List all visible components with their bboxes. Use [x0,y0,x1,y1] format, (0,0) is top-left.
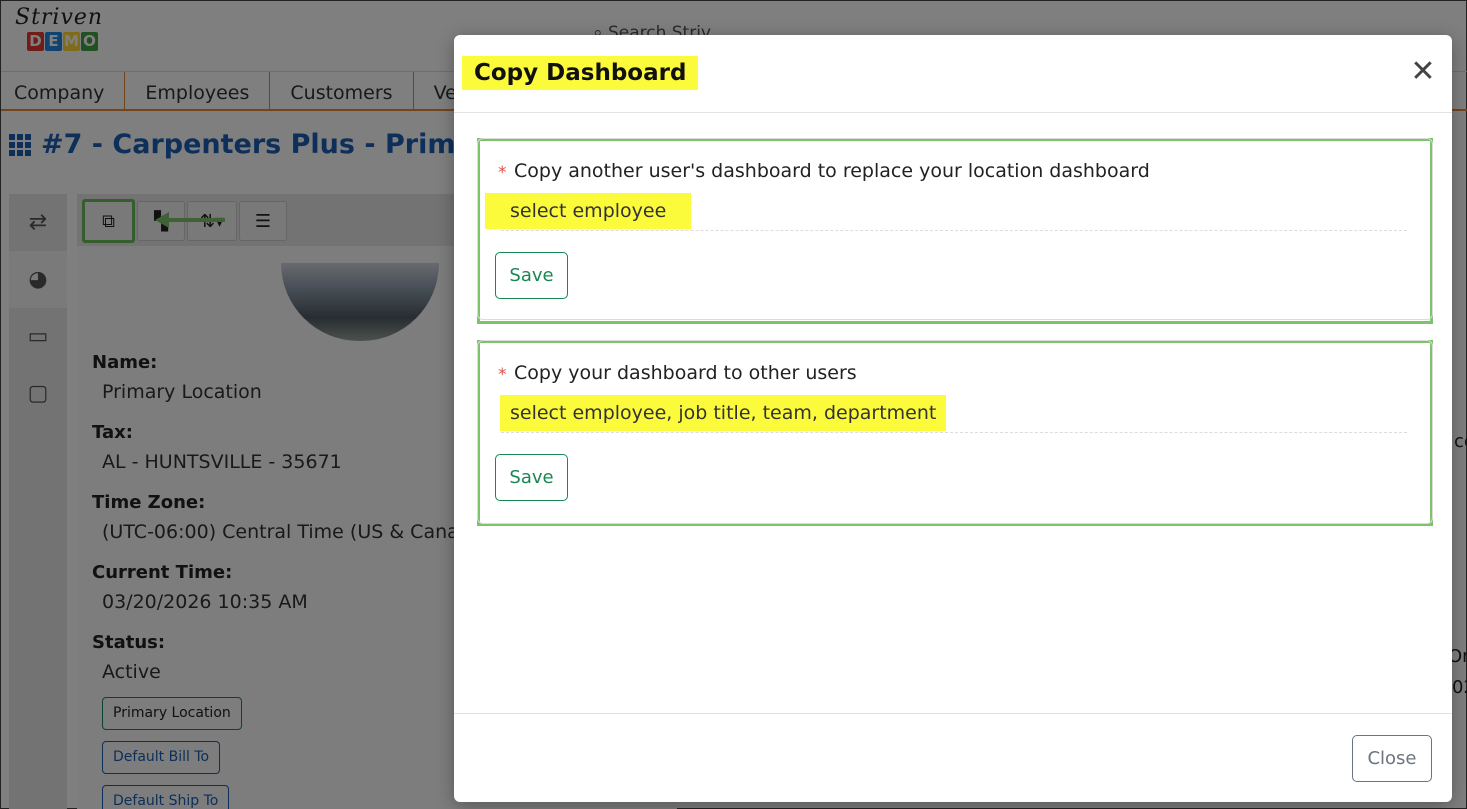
modal-footer: Close [454,713,1452,802]
save-button[interactable]: Save [495,252,568,299]
close-button[interactable]: Close [1352,735,1432,782]
copy-to-users-section: * Copy your dashboard to other users sel… [477,340,1433,526]
save-button[interactable]: Save [495,454,568,501]
modal-header: Copy Dashboard ✕ [454,35,1452,113]
copy-dashboard-modal: Copy Dashboard ✕ * Copy another user's d… [454,35,1452,802]
required-marker: * [498,365,507,385]
select-employee-dropdown[interactable]: select employee [485,193,692,229]
required-marker: * [498,163,507,183]
divider [501,432,1407,433]
divider [501,230,1407,231]
copy-from-user-label: Copy another user's dashboard to replace… [514,160,1150,182]
copy-from-user-section: * Copy another user's dashboard to repla… [477,138,1433,324]
modal-title: Copy Dashboard [462,56,699,90]
close-icon[interactable]: ✕ [1409,57,1437,87]
copy-to-users-label: Copy your dashboard to other users [514,362,857,384]
select-recipients-dropdown[interactable]: select employee, job title, team, depart… [500,395,947,431]
